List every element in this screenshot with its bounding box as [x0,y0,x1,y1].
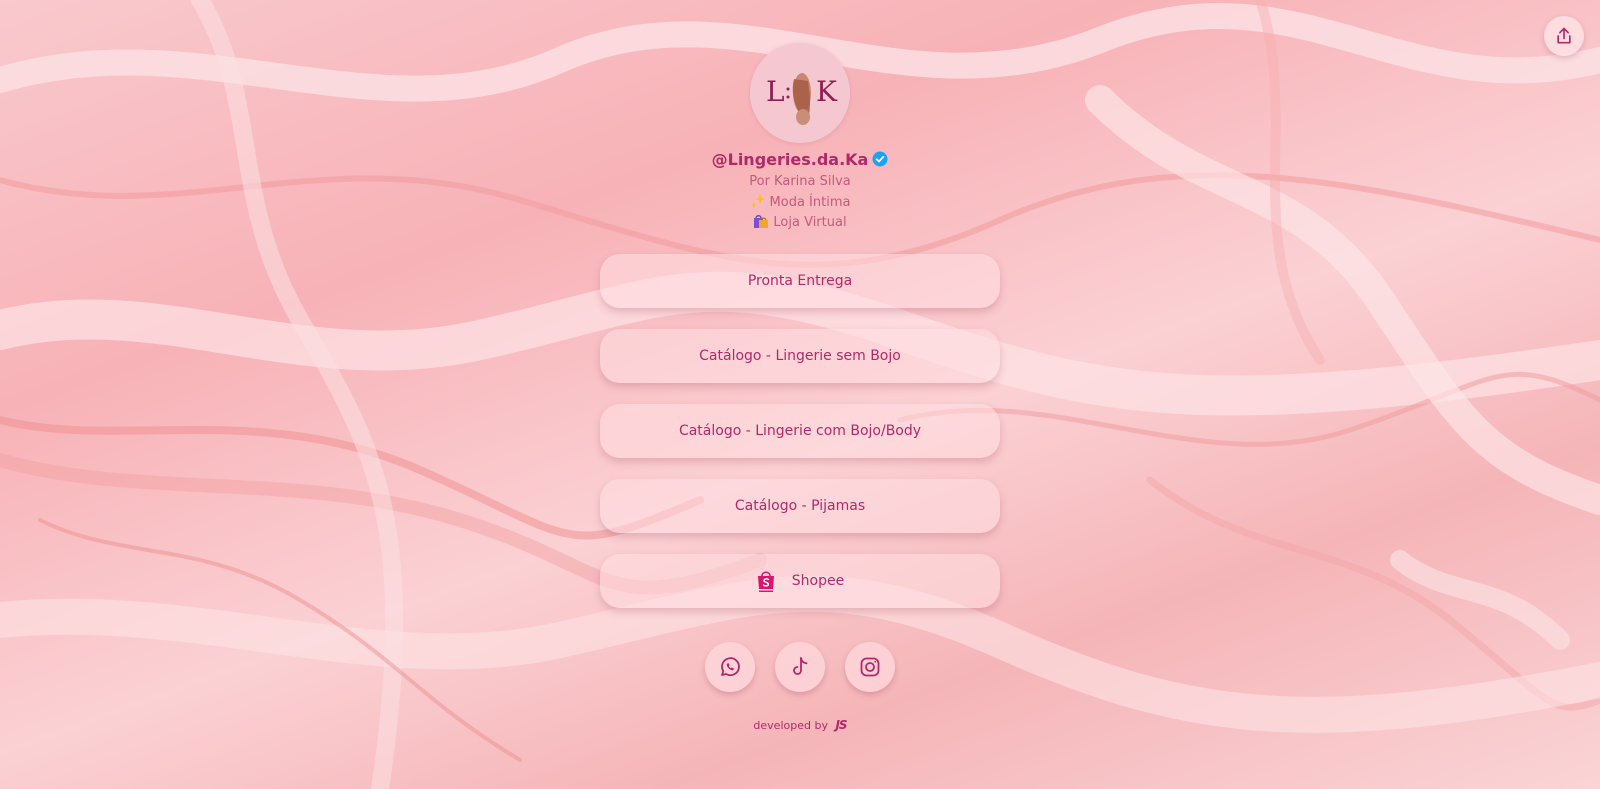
share-icon [1557,27,1571,44]
links-list: Pronta Entrega Catálogo - Lingerie sem B… [600,254,1000,629]
instagram-icon [860,657,880,677]
share-button[interactable] [1544,16,1584,56]
instagram-button[interactable] [845,642,895,692]
handle-text: @Lingeries.da.Ka [711,150,869,169]
bio-author: Por Karina Silva [749,174,851,189]
link-catalogo-com-bojo-body[interactable]: Catálogo - Lingerie com Bojo/Body [600,404,1000,458]
shopping-bags-icon [753,213,769,236]
link-shopee[interactable]: Shopee [600,554,1000,608]
whatsapp-button[interactable] [705,642,755,692]
link-pronta-entrega[interactable]: Pronta Entrega [600,254,1000,308]
shopee-bag-icon [756,569,776,593]
social-links [0,642,1600,692]
verified-badge-icon [872,150,888,174]
footer-text: developed by [753,719,828,732]
brand-logo: L K [750,43,850,143]
bio-store: Loja Virtual [0,213,1600,236]
tiktok-icon [793,657,808,675]
tiktok-button[interactable] [775,642,825,692]
footer: developed by JS [0,718,1600,732]
avatar[interactable]: L K [750,43,850,143]
svg-text:L: L [766,75,785,108]
developer-logo[interactable]: JS [835,718,847,732]
link-catalogo-sem-bojo[interactable]: Catálogo - Lingerie sem Bojo [600,329,1000,383]
svg-text:K: K [816,75,838,108]
link-catalogo-pijamas[interactable]: Catálogo - Pijamas [600,479,1000,533]
profile-handle: @Lingeries.da.Ka [0,148,1600,174]
whatsapp-icon [721,657,740,677]
